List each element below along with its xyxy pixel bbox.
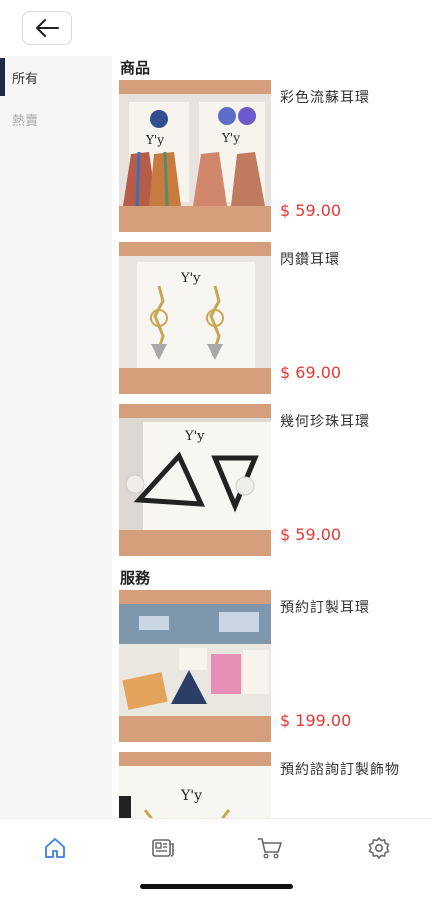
product-name: 預約訂製耳環 (280, 600, 370, 616)
sidebar-item-all[interactable]: 所有 (0, 56, 112, 98)
product-name: 彩色流蘇耳環 (280, 90, 370, 106)
product-price: $ 59.00 (280, 525, 342, 544)
cart-icon (258, 838, 282, 859)
top-bar (0, 0, 432, 56)
product-list: 商品 Y'y Y'y 彩色流蘇耳環 $ 59.00 Y'y 閃鑽耳環 $ 69.… (112, 56, 432, 818)
sidebar-item-label: 所有 (12, 71, 39, 87)
tab-cart[interactable] (255, 833, 285, 863)
list-item[interactable]: Y'y 幾何珍珠耳環 $ 59.00 (119, 404, 419, 556)
sidebar-item-hot[interactable]: 熱賣 (0, 98, 112, 140)
tab-settings[interactable] (364, 833, 394, 863)
svg-text:Y'y: Y'y (180, 271, 201, 286)
list-item[interactable]: Y'y 閃鑽耳環 $ 69.00 (119, 242, 419, 394)
svg-text:Y'y: Y'y (180, 788, 202, 804)
product-image: Y'y (119, 242, 271, 394)
svg-text:Y'y: Y'y (184, 429, 205, 444)
list-item[interactable]: Y'y 預約諮詢訂製飾物 (119, 752, 419, 818)
tab-home[interactable] (40, 833, 70, 863)
home-indicator (140, 884, 293, 889)
product-image: Y'y Y'y (119, 80, 271, 232)
svg-text:Y'y: Y'y (221, 131, 240, 145)
svg-text:Y'y: Y'y (145, 133, 164, 147)
product-name: 幾何珍珠耳環 (280, 414, 370, 430)
section-title-products: 商品 (120, 59, 151, 77)
home-icon (45, 838, 65, 858)
product-price: $ 59.00 (280, 201, 342, 220)
product-image: Y'y (119, 752, 271, 818)
section-title-services: 服務 (120, 569, 151, 587)
arrow-left-icon (36, 19, 59, 37)
product-name: 閃鑽耳環 (280, 252, 340, 268)
product-price: $ 69.00 (280, 363, 342, 382)
tab-news[interactable] (148, 833, 178, 863)
list-item[interactable]: 預約訂製耳環 $ 199.00 (119, 590, 419, 742)
product-name: 預約諮詢訂製飾物 (280, 762, 400, 778)
product-price: $ 199.00 (280, 711, 352, 730)
list-item[interactable]: Y'y Y'y 彩色流蘇耳環 $ 59.00 (119, 80, 419, 232)
back-button[interactable] (22, 11, 72, 45)
product-image (119, 590, 271, 742)
news-icon (152, 839, 174, 857)
category-sidebar: 所有 熱賣 (0, 56, 112, 818)
product-image: Y'y (119, 404, 271, 556)
settings-icon (368, 837, 390, 859)
sidebar-item-label: 熱賣 (12, 113, 39, 129)
